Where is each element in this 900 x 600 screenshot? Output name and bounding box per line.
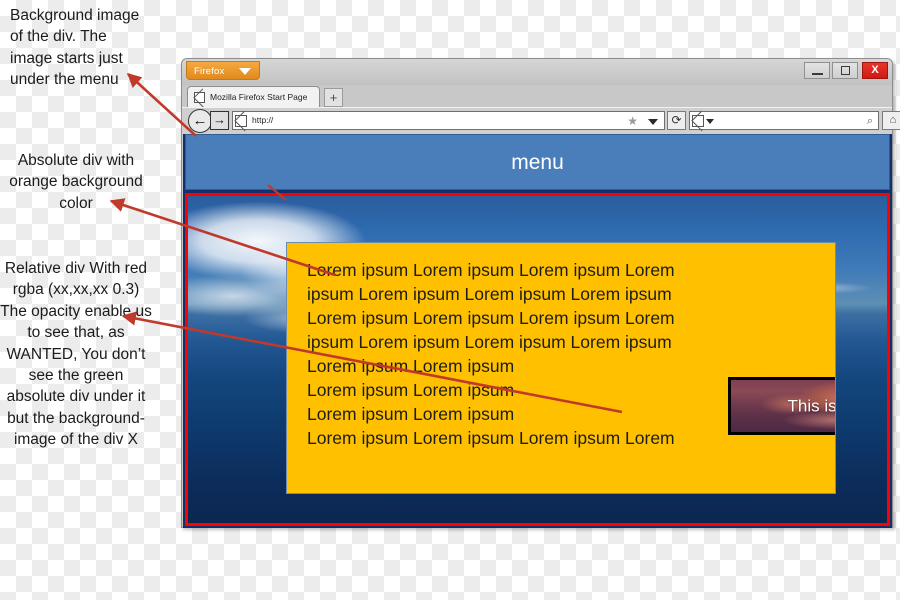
minimize-icon [812, 73, 823, 75]
bookmark-star-icon[interactable]: ★ [627, 115, 638, 127]
lorem-line: Lorem ipsum Lorem ipsum Lorem ipsum Lore… [307, 260, 675, 280]
chevron-down-icon[interactable] [648, 119, 658, 125]
tab-mozilla-firefox-start-page[interactable]: Mozilla Firefox Start Page [187, 86, 320, 107]
firefox-menu-label: Firefox [194, 66, 225, 77]
favicon-placeholder-icon [194, 92, 205, 103]
lorem-line: Lorem ipsum Lorem ipsum Lorem ipsum Lore… [307, 307, 675, 328]
title-bar: Firefox X [182, 59, 892, 85]
lorem-line: ipsum Lorem ipsum Lorem ipsum Lorem ipsu… [307, 283, 672, 304]
screenshot-stage: Background image of the div. The image s… [0, 0, 900, 600]
chevron-down-icon[interactable] [706, 119, 714, 124]
tab-title-label: Mozilla Firefox Start Page [210, 92, 308, 102]
annotation-background-image: Background image of the div. The image s… [10, 7, 140, 89]
url-input[interactable]: http:// ★ [232, 111, 665, 130]
chevron-down-icon [239, 68, 251, 75]
window-frame: Firefox X Mozilla Firefox Start Page + ←… [181, 58, 900, 528]
annotation-relative-div: Relative div With red rgba (xx,xx,xx 0.3… [0, 260, 152, 448]
absolute-div-orange: Lorem ipsum Lorem ipsum Lorem ipsum Lore… [286, 242, 836, 494]
lorem-line: ipsum Lorem ipsum Lorem ipsum Lorem ipsu… [307, 331, 672, 352]
page-favicon-icon [235, 115, 247, 127]
navigation-toolbar: ← → http:// ★ ⟳ ⌕ ⌂ ★ [182, 107, 900, 134]
firefox-menu-button[interactable]: Firefox [186, 61, 260, 80]
search-engine-icon [692, 115, 704, 127]
maximize-icon [841, 66, 850, 75]
relative-div-red-rgba: Lorem ipsum Lorem ipsum Lorem ipsum Lore… [185, 193, 890, 526]
minimize-button[interactable] [804, 62, 830, 79]
tab-strip: Mozilla Firefox Start Page + [182, 85, 892, 107]
island-photo-caption: This is cool [787, 396, 836, 416]
maximize-button[interactable] [832, 62, 858, 79]
home-button[interactable]: ⌂ [882, 111, 900, 130]
forward-button[interactable]: → [210, 111, 229, 130]
page-menu-bar[interactable]: menu [185, 134, 890, 190]
annotation-absolute-div: Absolute div with orange background colo… [9, 152, 143, 212]
url-text: http:// [252, 115, 274, 125]
page-viewport: menu Lorem ipsum Lorem ipsum Lorem ipsum… [183, 134, 892, 528]
reload-button[interactable]: ⟳ [667, 111, 686, 130]
browser-window: Firefox X Mozilla Firefox Start Page + ←… [181, 58, 900, 528]
search-input[interactable]: ⌕ [689, 111, 879, 130]
search-icon[interactable]: ⌕ [867, 114, 873, 128]
back-button[interactable]: ← [188, 109, 212, 133]
new-tab-button[interactable]: + [324, 88, 343, 107]
island-photo: This is cool [728, 377, 836, 435]
close-button[interactable]: X [862, 62, 888, 79]
lorem-line: Lorem ipsum Lorem ipsum [307, 355, 515, 376]
